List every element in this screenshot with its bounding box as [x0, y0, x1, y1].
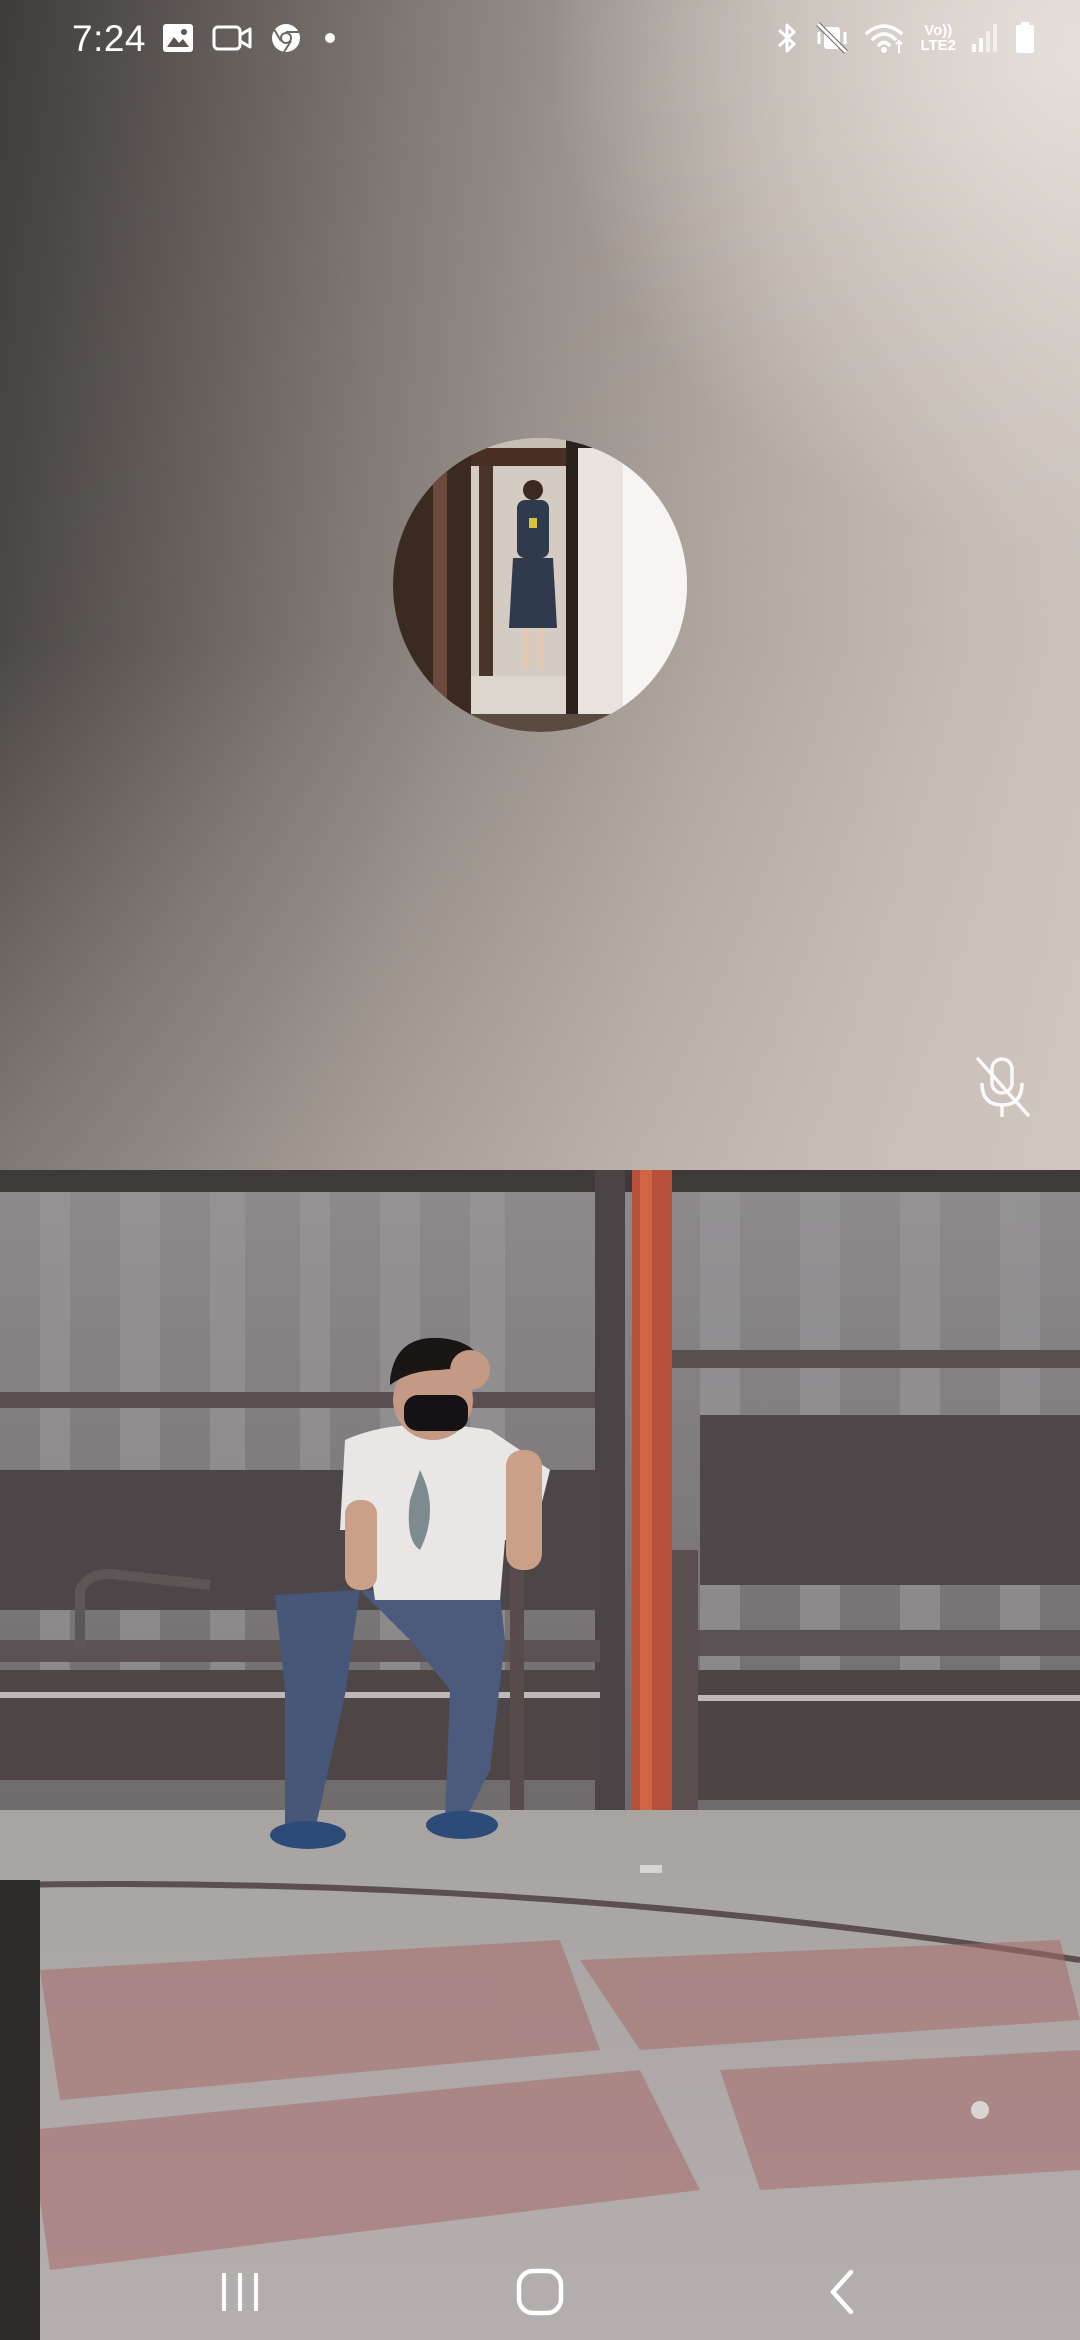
- vibrate-icon: [816, 22, 849, 54]
- wifi-icon: [865, 24, 904, 53]
- system-icons: Vo)) LTE2: [774, 20, 1036, 56]
- mic-muted-icon: [976, 1057, 1030, 1117]
- video-call-screen: 7:24 Vo)) LTE2: [0, 0, 1080, 2340]
- status-time: 7:24: [72, 18, 147, 59]
- gallery-icon: [163, 24, 193, 52]
- home-button[interactable]: [505, 2262, 575, 2322]
- signal-icon: [972, 24, 997, 52]
- home-icon: [516, 2268, 564, 2316]
- back-icon: [830, 2269, 854, 2315]
- dot-icon: [325, 33, 335, 43]
- camera-scene: [0, 1170, 1080, 2340]
- bluetooth-icon: [778, 23, 796, 53]
- back-button[interactable]: [808, 2262, 878, 2322]
- lte-label: LTE2: [920, 37, 956, 54]
- self-camera-preview[interactable]: [0, 1170, 1080, 2340]
- video-camera-icon: [212, 25, 252, 51]
- remote-participant-avatar[interactable]: [393, 438, 687, 732]
- chrome-icon: [272, 24, 300, 53]
- avatar-photo: [393, 438, 687, 732]
- notification-icons: [162, 22, 340, 54]
- network-type-label: Vo)) LTE2: [920, 23, 956, 53]
- remote-participant-view[interactable]: 7:24 Vo)) LTE2: [0, 0, 1080, 1170]
- status-bar: 7:24 Vo)) LTE2: [0, 0, 1080, 84]
- volte-label: Vo)): [924, 22, 953, 39]
- recent-apps-icon: [222, 2273, 258, 2311]
- navigation-bar: [0, 2240, 1080, 2340]
- recent-apps-button[interactable]: [205, 2262, 275, 2322]
- battery-icon: [1016, 22, 1034, 53]
